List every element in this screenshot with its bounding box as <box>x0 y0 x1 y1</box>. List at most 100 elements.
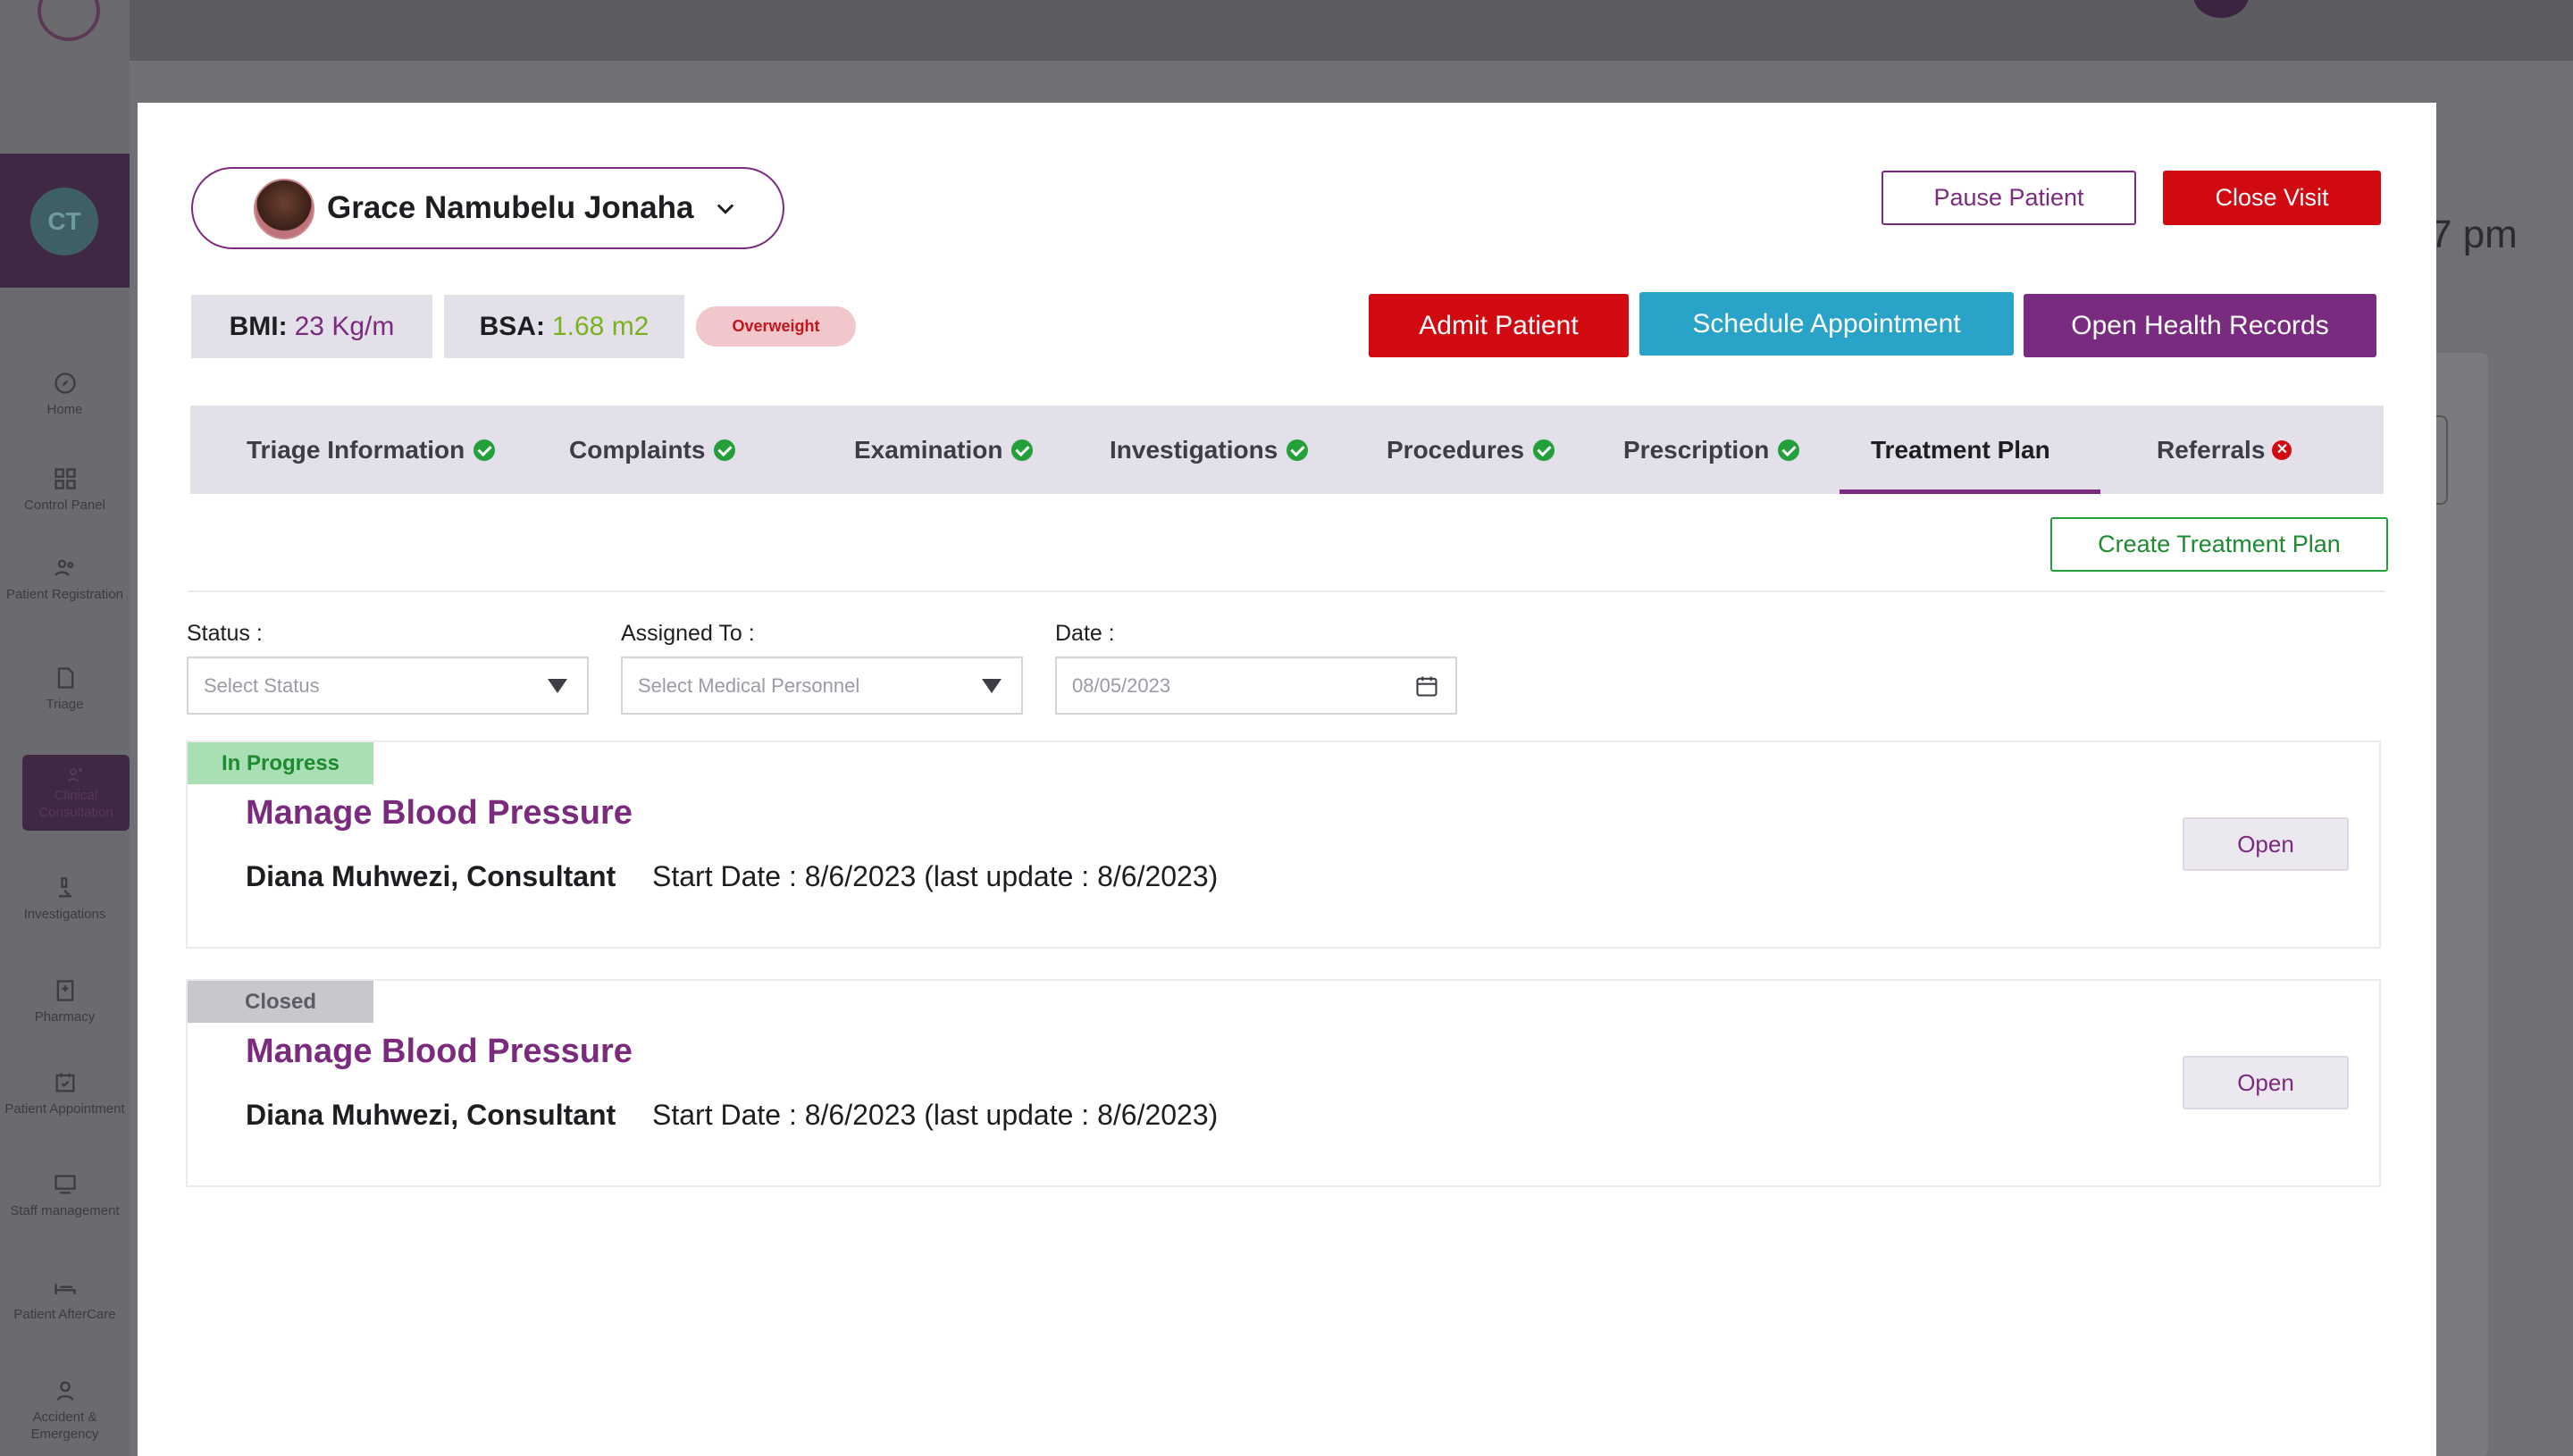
create-treatment-plan-button[interactable]: Create Treatment Plan <box>2050 517 2388 572</box>
schedule-appointment-button[interactable]: Schedule Appointment <box>1639 292 2014 356</box>
bed-icon <box>54 1284 76 1294</box>
sidebar-item-patient-aftercare[interactable]: Patient AfterCare <box>0 1276 130 1323</box>
tab-examination[interactable]: Examination <box>854 406 1034 494</box>
sidebar-item-patient-registration[interactable]: Patient Registration <box>0 556 130 603</box>
patient-selector[interactable]: Grace Namubelu Jonaha <box>191 167 784 249</box>
divider <box>188 590 2385 592</box>
sidebar-item-label: Staff management <box>10 1203 120 1218</box>
tab-procedures[interactable]: Procedures <box>1387 406 1555 494</box>
tab-referrals[interactable]: Referrals ✕ <box>2157 406 2292 494</box>
sidebar-item-investigations[interactable]: Investigations <box>0 875 130 923</box>
weight-status-badge: Overweight <box>696 306 856 347</box>
sidebar-item-accident-emergency[interactable]: Accident & Emergency <box>0 1378 130 1443</box>
tab-label: Treatment Plan <box>1871 435 2050 464</box>
check-circle-icon <box>474 439 496 461</box>
plan-status-badge: Closed <box>188 981 373 1023</box>
chevron-down-icon <box>717 204 734 214</box>
sidebar-item-triage[interactable]: Triage <box>0 665 130 713</box>
sidebar-item-label: Pharmacy <box>34 1009 96 1025</box>
pause-patient-button[interactable]: Pause Patient <box>1882 171 2136 225</box>
bsa-value: 1.68 m2 <box>551 311 650 341</box>
staff-icon <box>54 1175 76 1194</box>
status-select[interactable]: Select Status <box>187 657 589 715</box>
consultation-modal: Grace Namubelu Jonaha Pause Patient Clos… <box>138 103 2436 1456</box>
calendar-icon[interactable] <box>1414 673 1439 699</box>
status-filter-label: Status : <box>187 621 263 646</box>
calendar-icon <box>55 1073 74 1092</box>
file-icon <box>57 667 73 689</box>
date-input[interactable]: 08/05/2023 <box>1055 657 1457 715</box>
treatment-plan-card: Closed Manage Blood Pressure Diana Muhwe… <box>186 979 2381 1187</box>
open-health-records-button[interactable]: Open Health Records <box>2024 294 2376 357</box>
date-input-value: 08/05/2023 <box>1072 674 1171 697</box>
background-time: 7 pm <box>2430 213 2518 256</box>
plan-assignee: Diana Muhwezi, Consultant <box>246 1099 616 1131</box>
tab-triage-information[interactable]: Triage Information <box>247 406 496 494</box>
tab-label: Triage Information <box>247 435 465 464</box>
users-icon <box>54 559 73 576</box>
plan-assignee: Diana Muhwezi, Consultant <box>246 860 616 892</box>
emergency-icon <box>56 1381 73 1402</box>
user-avatar[interactable]: CT <box>30 188 98 255</box>
sidebar-item-label: Triage <box>46 697 84 712</box>
status-select-placeholder: Select Status <box>204 674 320 697</box>
open-plan-button[interactable]: Open <box>2183 1056 2349 1109</box>
sidebar-item-patient-appointment[interactable]: Patient Appointment <box>0 1070 130 1117</box>
check-circle-icon <box>714 439 736 461</box>
plan-dates: Start Date : 8/6/2023 (last update : 8/6… <box>652 1099 1219 1131</box>
bmi-value: 23 Kg/m <box>294 311 395 341</box>
sidebar-item-label: Clinical Consultation <box>38 788 113 820</box>
caret-down-icon <box>982 679 1002 693</box>
patient-name: Grace Namubelu Jonaha <box>327 190 694 225</box>
app-logo <box>38 0 100 41</box>
tab-investigations[interactable]: Investigations <box>1110 406 1309 494</box>
check-circle-icon <box>1778 439 1800 461</box>
sidebar-item-label: Investigations <box>23 907 106 922</box>
sidebar-item-home[interactable]: Home <box>0 371 130 418</box>
microscope-icon <box>58 877 71 898</box>
active-tab-indicator <box>1840 490 2100 494</box>
grid-icon <box>54 468 76 490</box>
sidebar-item-pharmacy[interactable]: Pharmacy <box>0 978 130 1025</box>
bmi-label: BMI: <box>229 311 288 341</box>
sidebar-item-clinical-consultation[interactable]: Clinical Consultation <box>22 755 130 831</box>
sidebar-item-label: Control Panel <box>24 498 105 513</box>
sidebar-item-label: Patient Appointment <box>4 1101 125 1117</box>
assigned-filter-label: Assigned To : <box>621 621 755 646</box>
plan-title: Manage Blood Pressure <box>246 1033 633 1070</box>
check-circle-icon <box>1011 439 1034 461</box>
tab-complaints[interactable]: Complaints <box>569 406 736 494</box>
check-circle-icon <box>1286 439 1309 461</box>
check-circle-icon <box>1533 439 1555 461</box>
building-icon <box>56 980 73 1001</box>
bsa-label: BSA: <box>479 311 545 341</box>
date-filter-label: Date : <box>1055 621 1115 646</box>
sidebar: CT Home Control Panel Patient Registrati… <box>0 0 130 1456</box>
assigned-select-placeholder: Select Medical Personnel <box>638 674 860 697</box>
sidebar-item-label: Accident & Emergency <box>30 1410 99 1442</box>
tab-prescription[interactable]: Prescription <box>1623 406 1800 494</box>
plan-title: Manage Blood Pressure <box>246 794 633 832</box>
open-plan-button[interactable]: Open <box>2183 817 2349 871</box>
sidebar-item-label: Home <box>46 402 83 417</box>
bmi-metric: BMI: 23 Kg/m <box>191 295 432 358</box>
compass-icon <box>54 372 76 394</box>
error-circle-icon: ✕ <box>2272 439 2292 460</box>
tab-label: Complaints <box>569 435 706 464</box>
plan-dates: Start Date : 8/6/2023 (last update : 8/6… <box>652 860 1219 892</box>
tab-label: Investigations <box>1110 435 1278 464</box>
tab-label: Referrals <box>2157 435 2266 464</box>
sidebar-item-staff-management[interactable]: Staff management <box>0 1172 130 1219</box>
assigned-to-select[interactable]: Select Medical Personnel <box>621 657 1023 715</box>
patient-avatar <box>254 179 314 239</box>
plan-status-badge: In Progress <box>188 742 373 784</box>
tab-treatment-plan[interactable]: Treatment Plan <box>1871 406 2050 494</box>
tab-label: Procedures <box>1387 435 1525 464</box>
tab-label: Prescription <box>1623 435 1770 464</box>
close-visit-button[interactable]: Close Visit <box>2163 171 2381 225</box>
tab-label: Examination <box>854 435 1003 464</box>
admit-patient-button[interactable]: Admit Patient <box>1369 294 1629 357</box>
consultation-tabs: Triage Information Complaints Examinatio… <box>190 406 2384 494</box>
caret-down-icon <box>548 679 567 693</box>
sidebar-item-control-panel[interactable]: Control Panel <box>0 466 130 514</box>
